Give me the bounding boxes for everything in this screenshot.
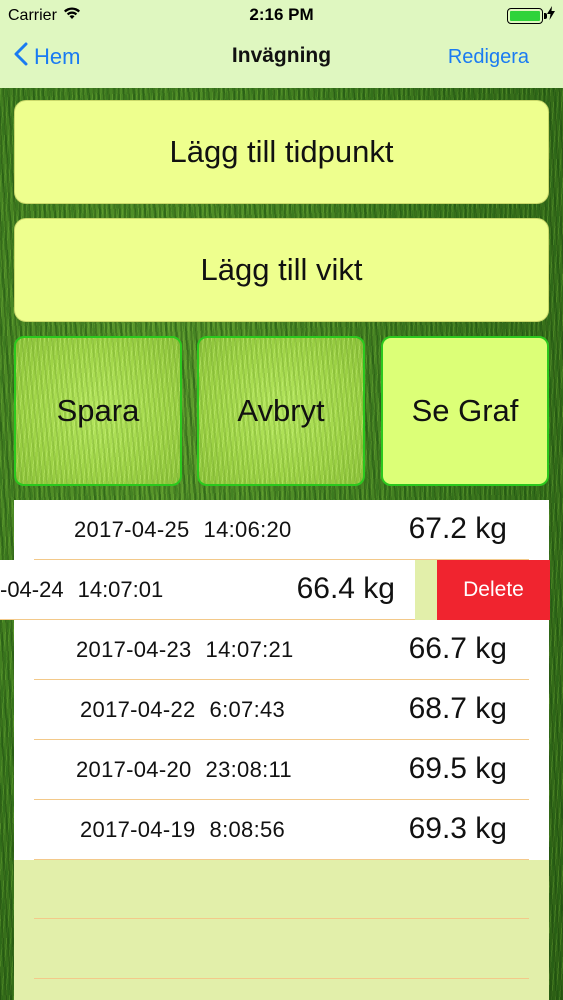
- entry-weight: 66.7 kg: [408, 632, 507, 665]
- entry-datetime: 2017-04-19 8:08:56: [80, 817, 285, 843]
- entry-datetime: 2017-04-23 14:07:21: [76, 637, 294, 663]
- table-row[interactable]: 2017-04-19 8:08:56 69.3 kg: [14, 800, 549, 860]
- entry-weight: 69.5 kg: [408, 752, 507, 785]
- entry-time: 14:07:01: [77, 577, 164, 602]
- entry-date-partial: -04-24: [0, 577, 64, 602]
- entry-date: 2017-04-19: [80, 817, 196, 842]
- entry-date: 2017-04-25: [74, 517, 190, 542]
- entry-weight: 69.3 kg: [408, 812, 507, 845]
- swiped-row-content[interactable]: -04-24 14:07:01 66.4 kg: [0, 560, 415, 620]
- status-right: [507, 6, 555, 25]
- delete-button[interactable]: Delete: [437, 560, 550, 620]
- table-row[interactable]: 2017-04-25 14:06:20 67.2 kg: [14, 500, 549, 560]
- battery-icon: [507, 7, 547, 24]
- entry-date: 2017-04-22: [80, 697, 196, 722]
- entry-datetime: 2017-04-20 23:08:11: [76, 757, 292, 783]
- entry-time: 8:08:56: [209, 817, 286, 842]
- table-row[interactable]: 2017-04-20 23:08:11 69.5 kg: [14, 740, 549, 800]
- status-time: 2:16 PM: [249, 5, 314, 24]
- entry-date: 2017-04-20: [76, 757, 192, 782]
- save-button[interactable]: Spara: [14, 336, 182, 486]
- add-time-button[interactable]: Lägg till tidpunkt: [14, 100, 549, 204]
- add-weight-button[interactable]: Lägg till vikt: [14, 218, 549, 322]
- entry-weight: 67.2 kg: [408, 512, 507, 545]
- entry-time: 14:07:21: [205, 637, 294, 662]
- entry-datetime: 2017-04-25 14:06:20: [74, 517, 292, 543]
- status-bar: Carrier 2:16 PM: [0, 0, 563, 30]
- entry-time: 14:06:20: [203, 517, 292, 542]
- entry-weight: 66.4 kg: [296, 572, 395, 605]
- navigation-bar: Hem Invägning Redigera: [0, 30, 563, 88]
- see-graph-button[interactable]: Se Graf: [381, 336, 549, 486]
- charging-bolt-icon: [547, 6, 555, 25]
- entry-datetime: 2017-04-22 6:07:43: [80, 697, 285, 723]
- entry-time: 6:07:43: [209, 697, 286, 722]
- cancel-button[interactable]: Avbryt: [197, 336, 365, 486]
- entry-date: 2017-04-23: [76, 637, 192, 662]
- edit-button[interactable]: Redigera: [448, 46, 529, 69]
- entry-weight: 68.7 kg: [408, 692, 507, 725]
- table-row[interactable]: 2017-04-22 6:07:43 68.7 kg: [14, 680, 549, 740]
- entry-time: 23:08:11: [205, 757, 292, 782]
- entry-datetime: -04-24 14:07:01: [0, 577, 163, 603]
- divider: [34, 978, 529, 979]
- divider: [34, 918, 529, 919]
- table-row-swiped[interactable]: -04-24 14:07:01 66.4 kg Delete: [0, 560, 563, 620]
- table-row[interactable]: 2017-04-23 14:07:21 66.7 kg: [14, 620, 549, 680]
- battery-fill: [510, 10, 540, 21]
